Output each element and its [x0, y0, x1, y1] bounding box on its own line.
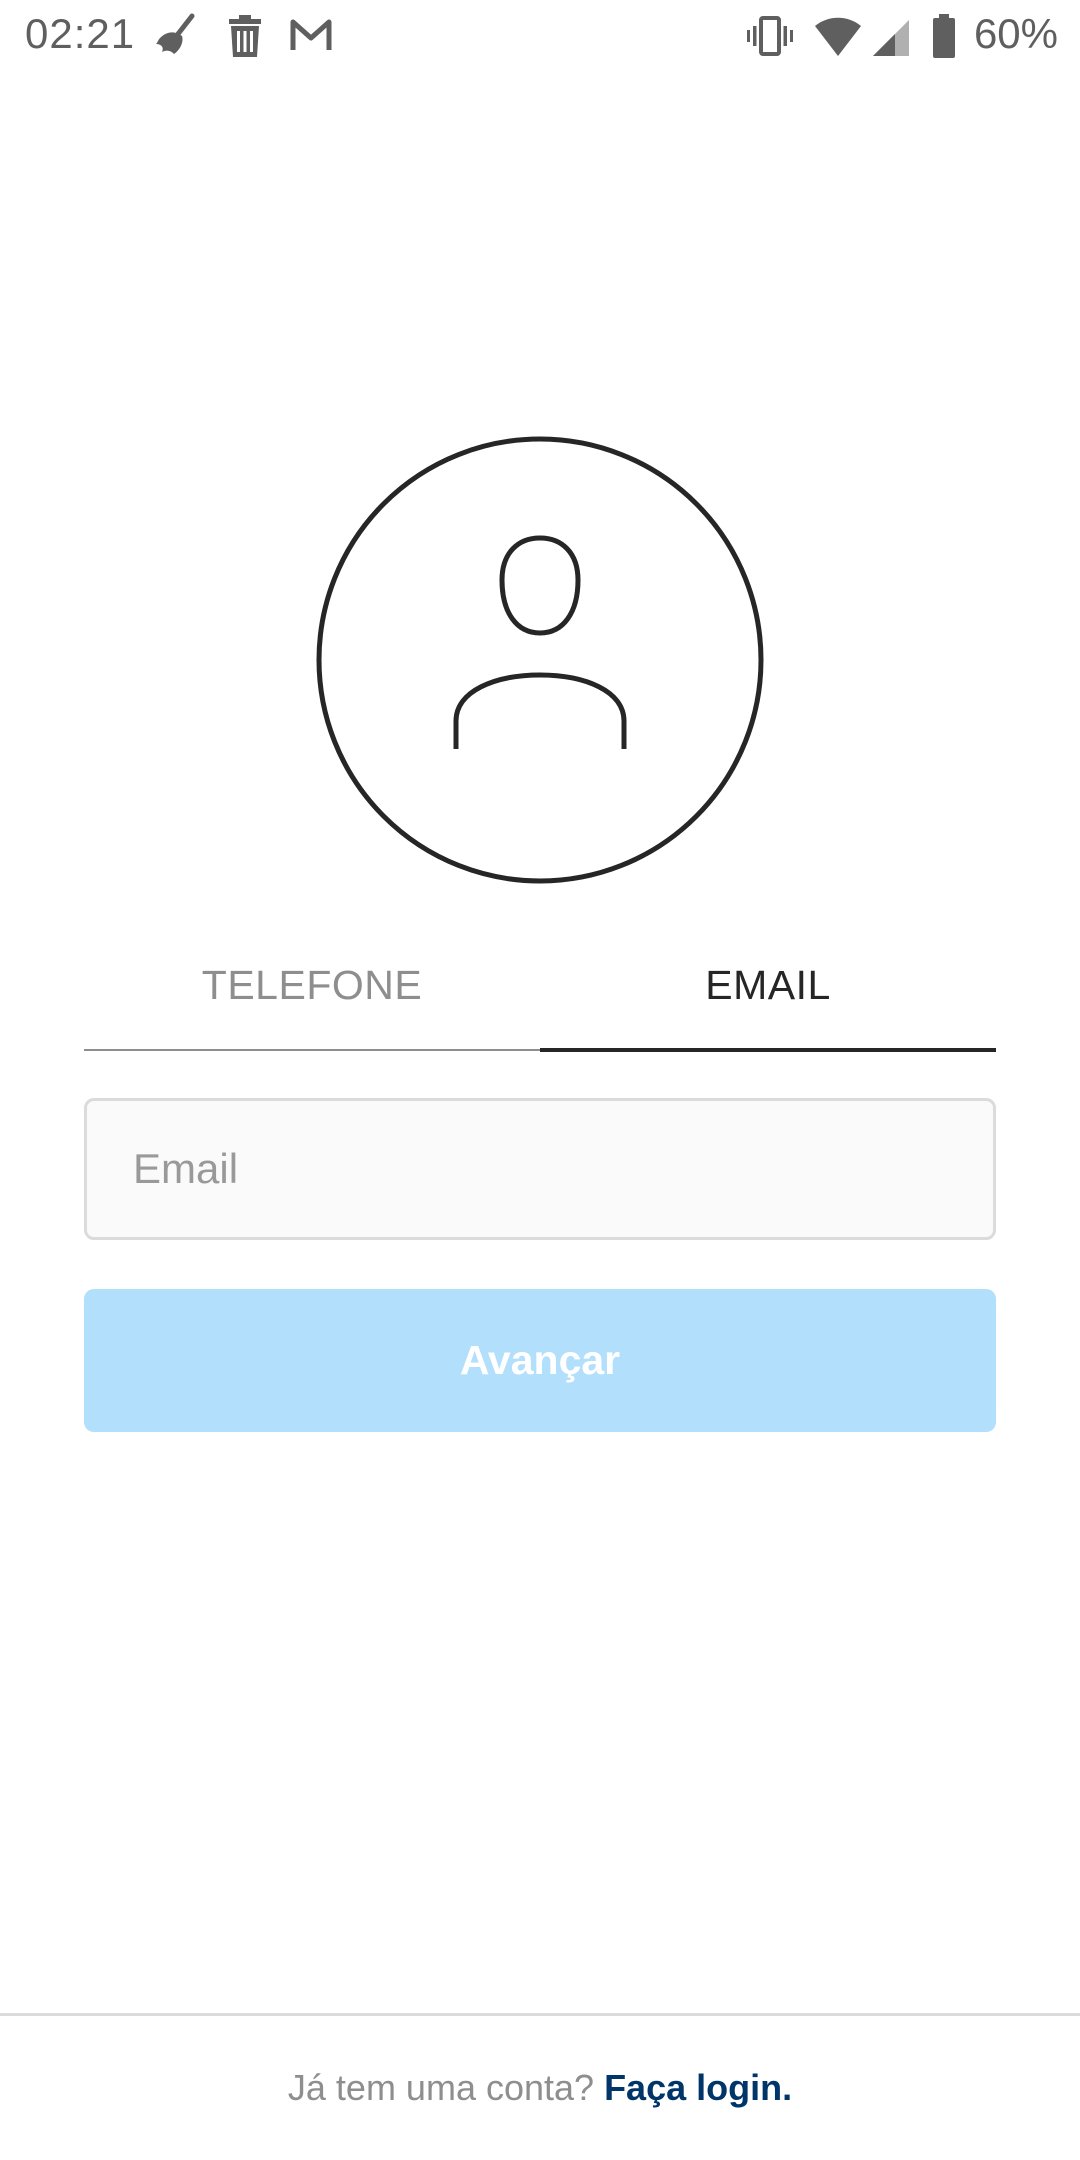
trash-icon [229, 15, 261, 57]
tab-phone[interactable]: TELEFONE [84, 920, 540, 1050]
tab-email-active-indicator [540, 1048, 996, 1052]
tab-phone-underline [84, 1049, 540, 1051]
battery-percent: 60% [973, 10, 1058, 57]
login-link[interactable]: Faça login. [604, 2067, 792, 2109]
wifi-icon [815, 17, 861, 56]
next-button-label: Avançar [459, 1337, 621, 1383]
status-time: 02:21 [25, 10, 136, 57]
email-field[interactable] [84, 1098, 996, 1240]
signup-method-tabs: TELEFONE EMAIL [84, 920, 996, 1052]
footer-prompt: Já tem uma conta? [287, 2067, 595, 2108]
next-button[interactable]: Avançar [84, 1289, 996, 1432]
footer: Já tem uma conta? Faça login. [0, 2016, 1080, 2160]
tab-email[interactable]: EMAIL [540, 920, 996, 1050]
status-bar: 02:21 60% [0, 0, 1080, 72]
vibrate-icon [747, 16, 793, 56]
signal-icon [873, 20, 909, 56]
broom-icon [156, 13, 195, 54]
battery-icon [933, 14, 955, 58]
gmail-icon [290, 19, 332, 50]
user-profile-icon [316, 436, 764, 884]
